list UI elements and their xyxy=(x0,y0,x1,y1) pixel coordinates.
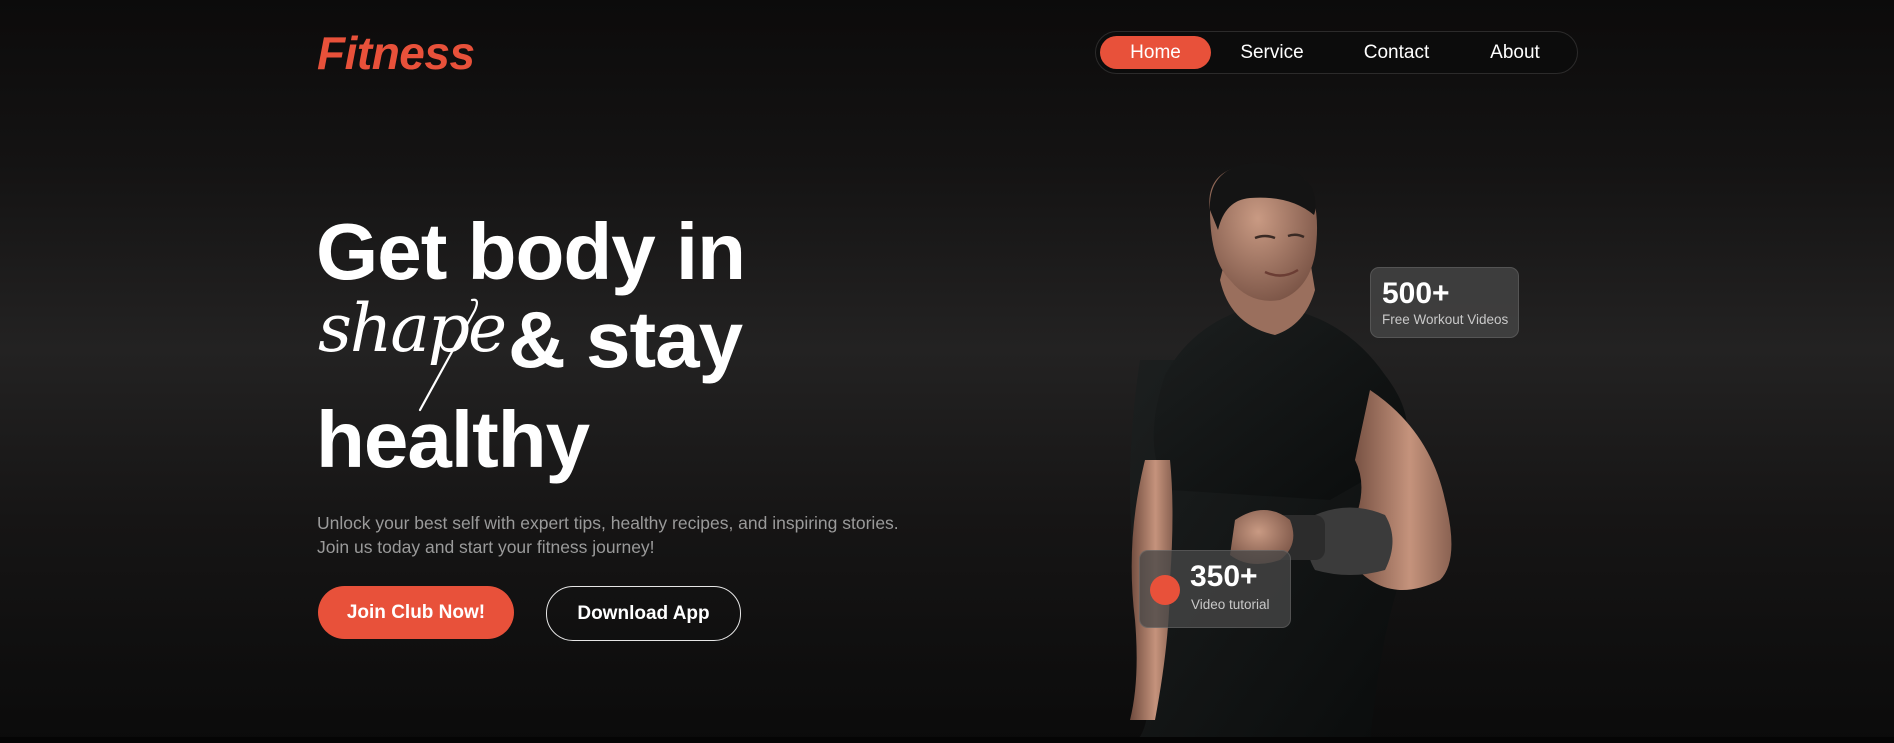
stat-videos-value: 500+ xyxy=(1382,277,1450,310)
stat-tutorial-label: Video tutorial xyxy=(1191,597,1270,612)
join-club-button[interactable]: Join Club Now! xyxy=(318,586,514,639)
hero-subtext-line2: Join us today and start your fitness jou… xyxy=(317,537,655,557)
hero-heading-line2: & stay xyxy=(508,295,743,384)
athlete-photo xyxy=(1130,162,1452,743)
main-nav: Home Service Contact About xyxy=(1095,31,1578,74)
nav-service[interactable]: Service xyxy=(1211,36,1333,69)
hero-subtext-line1: Unlock your best self with expert tips, … xyxy=(317,513,899,533)
nav-about[interactable]: About xyxy=(1460,36,1570,69)
stat-videos-label: Free Workout Videos xyxy=(1382,312,1509,327)
download-app-button[interactable]: Download App xyxy=(546,586,741,641)
nav-home[interactable]: Home xyxy=(1100,36,1211,69)
stat-tutorial-value: 350+ xyxy=(1190,560,1258,593)
brand-logo[interactable]: Fitness xyxy=(317,26,475,80)
hero-subtext: Unlock your best self with expert tips, … xyxy=(317,511,899,559)
record-dot-icon xyxy=(1150,575,1180,605)
bottom-divider xyxy=(0,737,1894,743)
stat-card-tutorial: 350+ Video tutorial xyxy=(1139,550,1291,628)
hero-heading-line3: healthy xyxy=(316,395,590,484)
nav-contact[interactable]: Contact xyxy=(1333,36,1460,69)
stat-card-videos: 500+ Free Workout Videos xyxy=(1370,267,1519,338)
